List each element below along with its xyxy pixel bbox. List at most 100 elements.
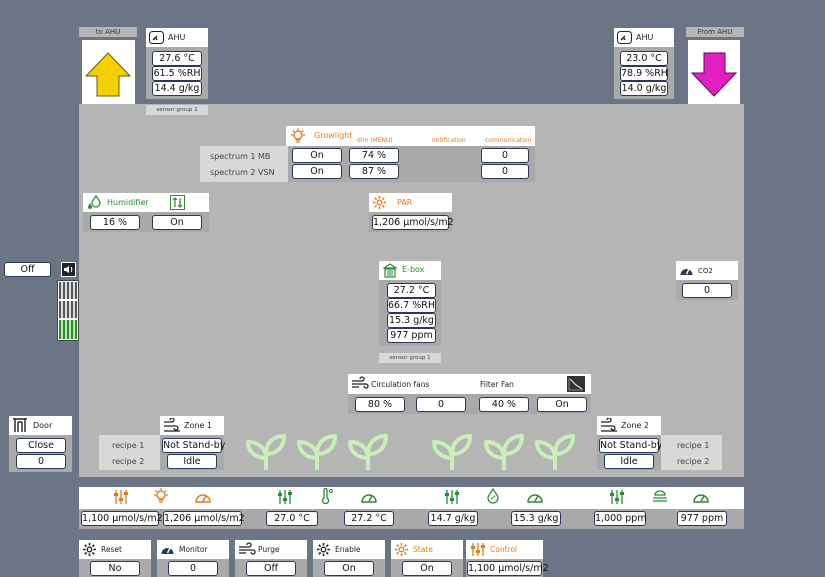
ebox-title: E-box	[402, 265, 425, 274]
setpoint-bar	[79, 487, 744, 509]
par-card: PAR	[369, 193, 452, 212]
temp-actual: 27.2 °C	[344, 511, 394, 526]
purge-value[interactable]: Off	[246, 561, 296, 576]
reset-value[interactable]: No	[90, 561, 140, 576]
co2-card: CO2	[676, 261, 738, 280]
ahu-right-abs: 14.0 g/kg	[620, 81, 668, 96]
ahu-left-rh: 61.5 %RH	[152, 66, 202, 81]
ebox-temp: 27.2 °C	[387, 283, 436, 298]
monitor-title: Monitor	[179, 545, 208, 554]
co2-actual: 977 ppm	[677, 511, 727, 526]
control-sliders-icon	[471, 543, 485, 556]
enable-value[interactable]: On	[324, 561, 374, 576]
state-card: State	[391, 540, 463, 559]
par-value: 1,206 µmol/s/m2	[372, 215, 454, 230]
enable-card: Enable	[313, 540, 385, 559]
enable-title: Enable	[335, 545, 361, 554]
zone1-title: Zone 1	[184, 421, 212, 430]
growlight-row-1-state[interactable]: On	[292, 148, 342, 163]
circulation-fan-second: 0	[416, 397, 466, 412]
growlight-card: Growlight dim (MENU) notification commun…	[286, 126, 535, 146]
par-title: PAR	[397, 198, 413, 207]
zone1-recipe-2: recipe 2	[112, 457, 145, 466]
zone-wind-icon	[164, 418, 180, 432]
door-title: Door	[33, 421, 53, 430]
reset-title: Reset	[101, 545, 122, 554]
growlight-row-1-dim[interactable]: 74 %	[349, 148, 399, 163]
zone2-standby[interactable]: Not Stand-by	[599, 438, 662, 453]
zone2-recipe-2: recipe 2	[677, 457, 710, 466]
trend-chart-icon[interactable]	[567, 376, 585, 392]
lightbulb-icon	[291, 128, 305, 143]
growlight-row-1-comm: 0	[481, 148, 529, 163]
arrow-up-icon	[84, 52, 132, 97]
speaker-button[interactable]	[61, 262, 76, 277]
state-value[interactable]: On	[402, 561, 452, 576]
temp-setpoint[interactable]: 27.0 °C	[266, 511, 318, 526]
co2-title: CO2	[698, 267, 713, 275]
arrow-down-icon	[690, 52, 738, 97]
humidity-sliders-icon	[445, 490, 459, 504]
growlight-row-2-state[interactable]: On	[292, 164, 342, 179]
growlight-row-2-comm: 0	[481, 164, 529, 179]
co2-cloud-icon	[653, 490, 667, 502]
zone1-card: Zone 1	[160, 416, 224, 435]
zone2-card: Zone 2	[597, 416, 661, 435]
zone1-standby[interactable]: Not Stand-by	[162, 438, 225, 453]
zone2-status: Idle	[604, 454, 654, 469]
growlight-col-notification: notification	[432, 137, 466, 144]
zone2-title: Zone 2	[621, 421, 649, 430]
zone-wind-icon	[601, 418, 617, 432]
to-ahu-arrow-box	[82, 40, 135, 107]
growlight-title: Growlight	[314, 131, 353, 140]
humidifier-title: Humidifier	[107, 198, 149, 207]
ahu-left-temp: 27.6 °C	[152, 51, 202, 66]
to-ahu-header: to AHU	[79, 27, 137, 37]
gauge-icon	[161, 547, 174, 554]
growlight-row-2-dim[interactable]: 87 %	[349, 164, 399, 179]
plant-icon	[297, 434, 337, 470]
co2-setpoint[interactable]: 1,000 ppm	[594, 511, 647, 526]
co2-sliders-icon	[610, 490, 624, 504]
growlight-row-1-label: spectrum 1 MB	[210, 152, 271, 161]
ebox-rh: 66.7 %RH	[387, 298, 436, 313]
purge-card: Purge	[235, 540, 307, 559]
sound-state[interactable]: Off	[4, 262, 51, 277]
reset-card: Reset	[79, 540, 151, 559]
gear-icon	[373, 196, 386, 209]
ahu-right-temp: 23.0 °C	[620, 51, 668, 66]
purge-wind-icon	[239, 542, 256, 555]
door-card: Door	[9, 416, 72, 435]
humidifier-state[interactable]: On	[152, 215, 202, 230]
level-bar-3	[59, 320, 77, 339]
circulation-fan-value[interactable]: 80 %	[355, 397, 405, 412]
humidity-setpoint[interactable]: 14.7 g/kg	[428, 511, 478, 526]
light-setpoint[interactable]: 1,100 µmol/s/m2	[81, 511, 163, 526]
plant-icon	[432, 434, 472, 470]
level-bar-1	[59, 282, 77, 299]
purge-title: Purge	[258, 545, 280, 554]
filter-fan-value[interactable]: 40 %	[479, 397, 529, 412]
thermometer-icon	[321, 488, 333, 504]
zone1-recipe-1: recipe 1	[112, 441, 145, 450]
plant-icon	[535, 434, 575, 470]
from-ahu-header: From AHU	[686, 27, 744, 37]
filter-fan-state[interactable]: On	[537, 397, 587, 412]
door-icon	[13, 418, 27, 432]
door-state[interactable]: Close	[16, 438, 66, 453]
humidifier-card: Humidifier	[83, 193, 209, 212]
gear-icon	[395, 543, 408, 556]
droplets-icon	[88, 195, 101, 209]
gauge-icon	[617, 31, 632, 44]
state-title: State	[413, 545, 433, 554]
swap-icon[interactable]	[170, 195, 185, 210]
plant-icon	[348, 434, 388, 470]
light-gauge-icon	[195, 494, 211, 503]
fan-wind-icon	[352, 376, 369, 389]
ebox-card: E-box	[379, 261, 441, 280]
control-value[interactable]: 1,100 µmol/s/m2	[467, 561, 549, 576]
temp-gauge-icon	[361, 494, 377, 503]
growlight-row-2-label: spectrum 2 VSN	[210, 168, 275, 177]
ebox-abs: 15.3 g/kg	[387, 313, 436, 328]
setpoint-sliders-icon	[114, 490, 128, 504]
